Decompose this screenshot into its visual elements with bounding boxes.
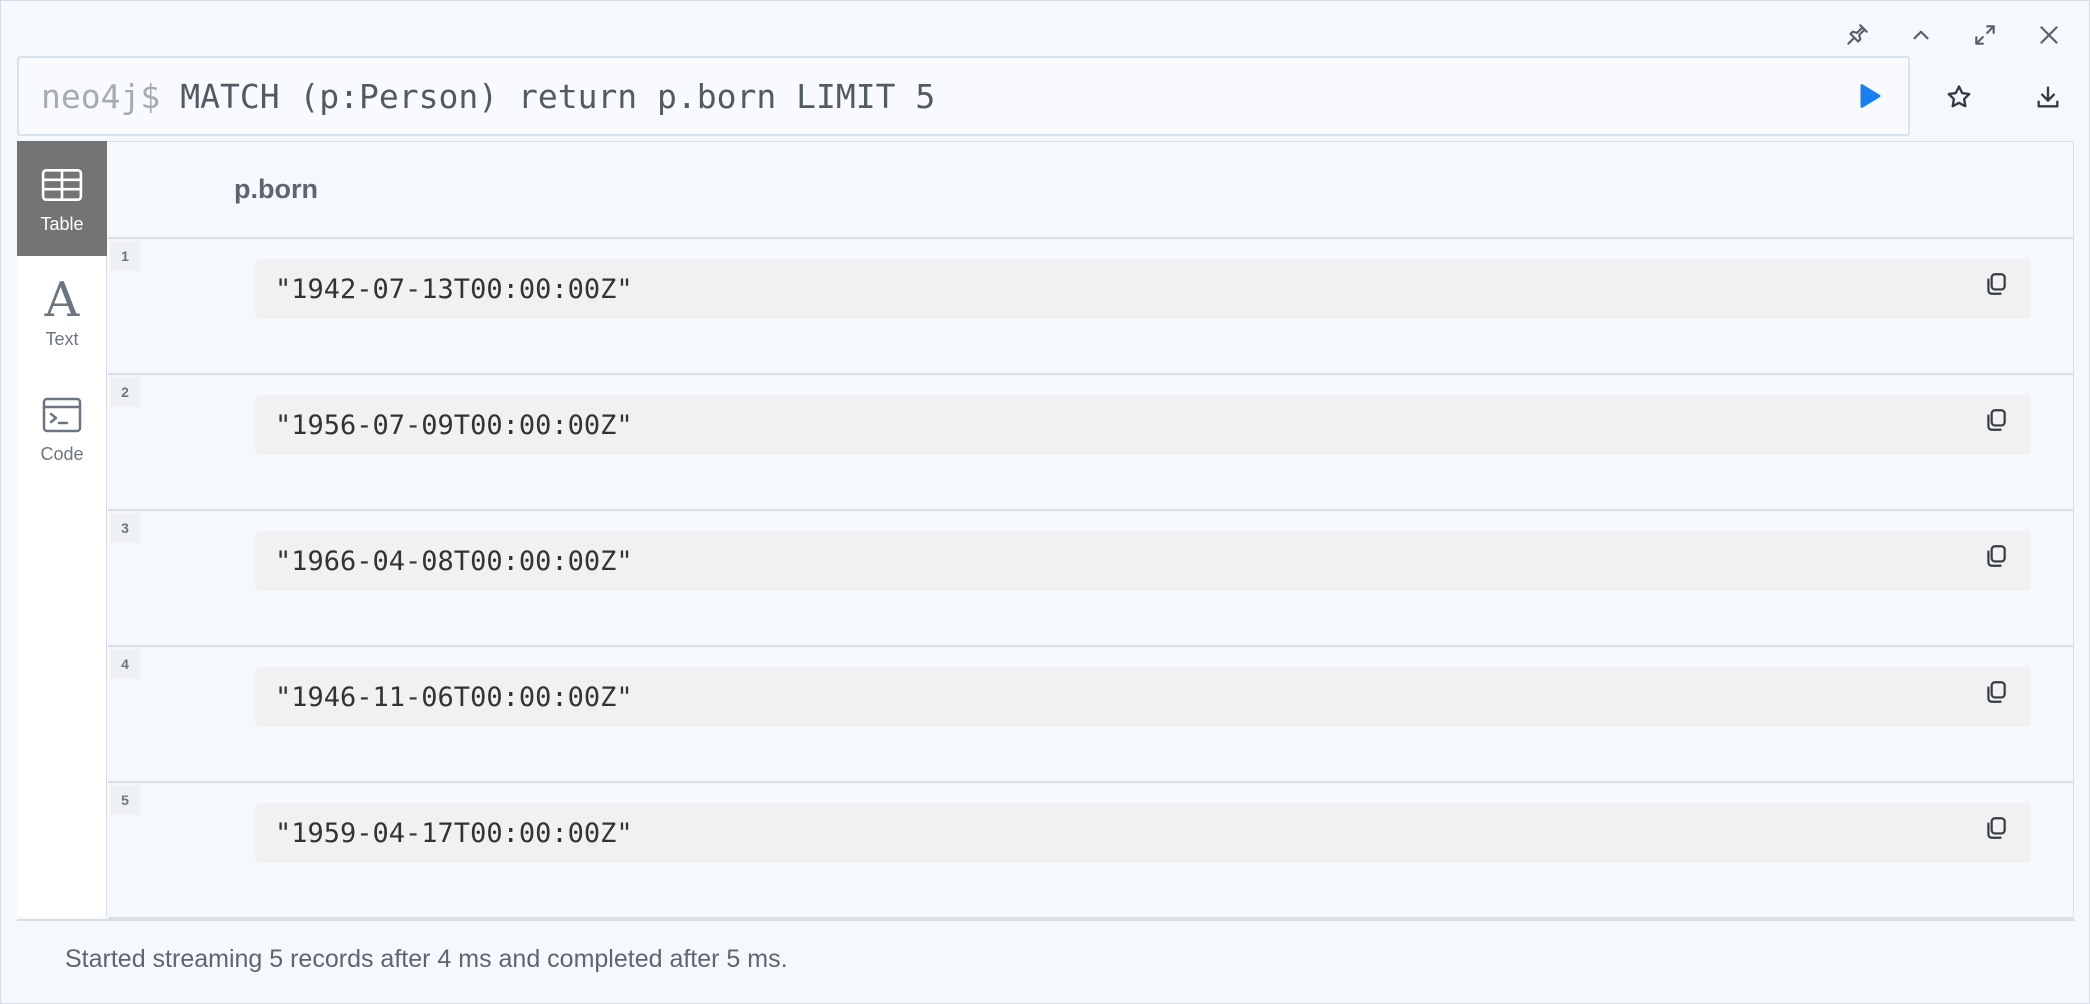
table-row: 5 "1959-04-17T00:00:00Z" — [108, 783, 2073, 919]
editor-prompt: neo4j$ — [41, 76, 161, 116]
copy-icon[interactable] — [1979, 403, 2013, 437]
table-cell: "1946-11-06T00:00:00Z" — [255, 667, 2031, 727]
row-number: 1 — [110, 241, 140, 271]
tab-table-label: Table — [40, 214, 84, 234]
tab-text-label: Text — [45, 329, 79, 349]
tab-code[interactable]: Code — [17, 371, 107, 486]
view-switcher: Table A Text Code — [17, 141, 107, 917]
result-frame: neo4j$ MATCH (p:Person) return p.born LI… — [0, 0, 2090, 1004]
download-icon[interactable] — [2030, 79, 2066, 115]
cell-value: "1946-11-06T00:00:00Z" — [275, 681, 633, 713]
collapse-icon[interactable] — [1903, 17, 1939, 53]
table-cell: "1956-07-09T00:00:00Z" — [255, 395, 2031, 455]
row-number: 4 — [110, 649, 140, 679]
code-icon — [42, 392, 82, 438]
table-cell: "1966-04-08T00:00:00Z" — [255, 531, 2031, 591]
frame-controls — [1839, 17, 2067, 53]
query-text[interactable]: MATCH (p:Person) return p.born LIMIT 5 — [180, 77, 935, 116]
row-number: 2 — [110, 377, 140, 407]
result-table: p.born 1 "1942-07-13T00:00:00Z" 2 "1956-… — [108, 141, 2074, 919]
copy-icon[interactable] — [1979, 811, 2013, 845]
copy-icon[interactable] — [1979, 675, 2013, 709]
editor-actions — [1931, 73, 2076, 121]
tab-text[interactable]: A Text — [17, 256, 107, 371]
cell-value: "1959-04-17T00:00:00Z" — [275, 817, 633, 849]
copy-icon[interactable] — [1979, 539, 2013, 573]
copy-icon[interactable] — [1979, 267, 2013, 301]
table-row: 2 "1956-07-09T00:00:00Z" — [108, 375, 2073, 511]
text-icon: A — [44, 272, 80, 328]
cell-value: "1942-07-13T00:00:00Z" — [275, 273, 633, 305]
column-header: p.born — [108, 142, 2073, 239]
play-icon[interactable] — [1850, 78, 1886, 114]
close-icon[interactable] — [2031, 17, 2067, 53]
row-number: 5 — [110, 785, 140, 815]
table-row: 1 "1942-07-13T00:00:00Z" — [108, 239, 2073, 375]
cell-value: "1966-04-08T00:00:00Z" — [275, 545, 633, 577]
row-number: 3 — [110, 513, 140, 543]
tab-table[interactable]: Table — [17, 141, 107, 256]
fullscreen-icon[interactable] — [1967, 17, 2003, 53]
query-editor[interactable]: neo4j$ MATCH (p:Person) return p.born LI… — [17, 56, 1910, 136]
table-cell: "1942-07-13T00:00:00Z" — [255, 259, 2031, 319]
table-icon — [41, 162, 83, 208]
cell-value: "1956-07-09T00:00:00Z" — [275, 409, 633, 441]
table-row: 3 "1966-04-08T00:00:00Z" — [108, 511, 2073, 647]
status-bar: Started streaming 5 records after 4 ms a… — [17, 919, 2075, 997]
pin-icon[interactable] — [1839, 17, 1875, 53]
star-icon[interactable] — [1941, 79, 1977, 115]
table-row: 4 "1946-11-06T00:00:00Z" — [108, 647, 2073, 783]
tab-code-label: Code — [40, 444, 84, 464]
status-text: Started streaming 5 records after 4 ms a… — [65, 944, 788, 973]
table-cell: "1959-04-17T00:00:00Z" — [255, 803, 2031, 863]
